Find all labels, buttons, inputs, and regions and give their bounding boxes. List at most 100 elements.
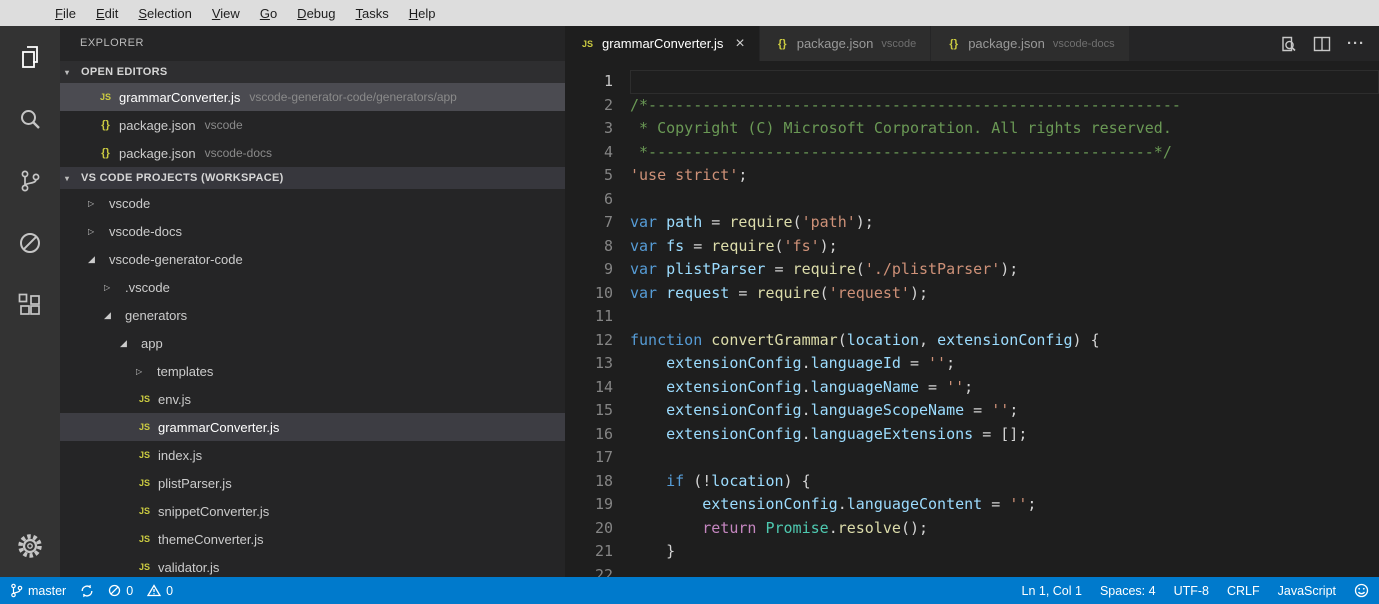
- open-editor-item[interactable]: {}package.jsonvscode: [60, 111, 565, 139]
- folder-item[interactable]: ▷.vscode: [60, 273, 565, 301]
- editor-tab[interactable]: JSgrammarConverter.js×: [565, 26, 760, 61]
- file-detail: vscode-docs: [205, 146, 272, 160]
- workspace-header[interactable]: ▾ VS CODE PROJECTS (WORKSPACE): [60, 167, 565, 189]
- smiley-icon: [1354, 583, 1369, 598]
- code-line[interactable]: extensionConfig.languageContent = '';: [630, 493, 1379, 517]
- file-item[interactable]: JSindex.js: [60, 441, 565, 469]
- editor-tab[interactable]: {}package.jsonvscode: [760, 26, 931, 61]
- code-token: =: [729, 284, 756, 302]
- cursor-position-label: Ln 1, Col 1: [1022, 584, 1082, 598]
- mnemonic: H: [409, 6, 418, 21]
- feedback-button[interactable]: [1354, 583, 1369, 598]
- menu-item-go[interactable]: Go: [250, 6, 287, 21]
- code-line[interactable]: extensionConfig.languageExtensions = [];: [630, 423, 1379, 447]
- file-item[interactable]: JSvalidator.js: [60, 553, 565, 577]
- folder-item[interactable]: ▷vscode-docs: [60, 217, 565, 245]
- sync-button[interactable]: [80, 584, 94, 598]
- code-line[interactable]: var plistParser = require('./plistParser…: [630, 258, 1379, 282]
- code-token: (!: [684, 472, 711, 490]
- file-item[interactable]: JSthemeConverter.js: [60, 525, 565, 553]
- code-line[interactable]: [630, 188, 1379, 212]
- encoding-indicator[interactable]: UTF-8: [1174, 584, 1209, 598]
- code-line[interactable]: extensionConfig.languageScopeName = '';: [630, 399, 1379, 423]
- code-token: path: [666, 213, 702, 231]
- branch-icon: [10, 583, 23, 598]
- code-token: [630, 425, 666, 443]
- code-line[interactable]: var path = require('path');: [630, 211, 1379, 235]
- code-line[interactable]: *---------------------------------------…: [630, 141, 1379, 165]
- code-line[interactable]: return Promise.resolve();: [630, 517, 1379, 541]
- code-token: function: [630, 331, 711, 349]
- folder-item[interactable]: ▷templates: [60, 357, 565, 385]
- folder-item[interactable]: ▷vscode: [60, 189, 565, 217]
- code-line[interactable]: extensionConfig.languageId = '';: [630, 352, 1379, 376]
- code-line[interactable]: [630, 446, 1379, 470]
- file-item[interactable]: JSgrammarConverter.js: [60, 413, 565, 441]
- code-line[interactable]: var request = require('request');: [630, 282, 1379, 306]
- code-line[interactable]: * Copyright (C) Microsoft Corporation. A…: [630, 117, 1379, 141]
- code-token: [630, 519, 702, 537]
- file-item[interactable]: JSenv.js: [60, 385, 565, 413]
- code-line[interactable]: }: [630, 540, 1379, 564]
- editor-tab[interactable]: {}package.jsonvscode-docs: [931, 26, 1129, 61]
- open-editor-item[interactable]: {}package.jsonvscode-docs: [60, 139, 565, 167]
- open-editors-label: OPEN EDITORS: [81, 66, 168, 78]
- warning-indicator[interactable]: 0: [147, 584, 173, 598]
- folder-item[interactable]: ◢vscode-generator-code: [60, 245, 565, 273]
- menu-item-tasks[interactable]: Tasks: [345, 6, 398, 21]
- code-line[interactable]: [630, 70, 1379, 94]
- source-control-button[interactable]: [0, 150, 60, 212]
- code-token: require: [711, 237, 774, 255]
- item-label: vscode: [109, 196, 150, 211]
- code-token: .: [802, 401, 811, 419]
- code-token: =: [982, 495, 1009, 513]
- search-button[interactable]: [0, 88, 60, 150]
- more-actions-button[interactable]: ···: [1347, 35, 1365, 52]
- open-editors-header[interactable]: ▾ OPEN EDITORS: [60, 61, 565, 83]
- line-number: 1: [565, 70, 613, 94]
- cursor-position[interactable]: Ln 1, Col 1: [1022, 584, 1082, 598]
- gear-icon: [16, 532, 44, 560]
- line-number: 10: [565, 282, 613, 306]
- menu-item-file[interactable]: File: [45, 6, 86, 21]
- file-item[interactable]: JSplistParser.js: [60, 469, 565, 497]
- close-icon[interactable]: ×: [735, 36, 744, 52]
- folder-item[interactable]: ◢generators: [60, 301, 565, 329]
- eol-indicator[interactable]: CRLF: [1227, 584, 1260, 598]
- menu-item-edit[interactable]: Edit: [86, 6, 128, 21]
- split-editor-button[interactable]: [1313, 35, 1331, 53]
- code-line[interactable]: extensionConfig.languageName = '';: [630, 376, 1379, 400]
- code-token: var: [630, 260, 666, 278]
- tab-bar: JSgrammarConverter.js×{}package.jsonvsco…: [565, 26, 1379, 61]
- folder-item[interactable]: ◢app: [60, 329, 565, 357]
- menu-item-view[interactable]: View: [202, 6, 250, 21]
- code-line[interactable]: /*--------------------------------------…: [630, 94, 1379, 118]
- file-detail: vscode-generator-code/generators/app: [249, 90, 456, 104]
- code-line[interactable]: var fs = require('fs');: [630, 235, 1379, 259]
- menu-item-debug[interactable]: Debug: [287, 6, 345, 21]
- code-token: = [];: [973, 425, 1027, 443]
- open-preview-button[interactable]: [1279, 35, 1297, 53]
- editor-pane[interactable]: 12345678910111213141516171819202122 /*--…: [565, 61, 1379, 577]
- indentation-indicator[interactable]: Spaces: 4: [1100, 584, 1156, 598]
- warning-icon: [147, 584, 161, 597]
- git-branch-indicator[interactable]: master: [10, 583, 66, 598]
- debug-button[interactable]: [0, 212, 60, 274]
- open-editor-item[interactable]: JSgrammarConverter.jsvscode-generator-co…: [60, 83, 565, 111]
- split-editor-icon: [1313, 35, 1331, 53]
- error-indicator[interactable]: 0: [108, 584, 133, 598]
- file-item[interactable]: JSsnippetConverter.js: [60, 497, 565, 525]
- code-line[interactable]: function convertGrammar(location, extens…: [630, 329, 1379, 353]
- code-token: 'path': [802, 213, 856, 231]
- menu-item-help[interactable]: Help: [399, 6, 446, 21]
- code-line[interactable]: 'use strict';: [630, 164, 1379, 188]
- code-line[interactable]: if (!location) {: [630, 470, 1379, 494]
- menu-item-selection[interactable]: Selection: [128, 6, 201, 21]
- code-line[interactable]: [630, 564, 1379, 578]
- explorer-button[interactable]: [0, 26, 60, 88]
- language-mode[interactable]: JavaScript: [1278, 584, 1336, 598]
- extensions-button[interactable]: [0, 274, 60, 336]
- code-line[interactable]: [630, 305, 1379, 329]
- settings-button[interactable]: [0, 515, 60, 577]
- code-token: '': [928, 354, 946, 372]
